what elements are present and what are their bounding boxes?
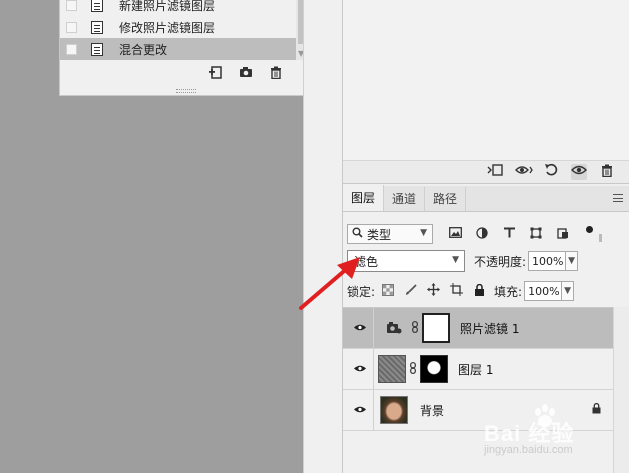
lock-all-icon[interactable] bbox=[473, 283, 486, 299]
history-item[interactable]: 修改照片滤镜图层 bbox=[60, 16, 296, 38]
layer-name: 照片滤镜 1 bbox=[460, 321, 520, 336]
watermark-subtext: jingyan.baidu.com bbox=[484, 444, 573, 456]
blend-row: 滤色 ▼ 不透明度: 100% ▼ bbox=[347, 250, 627, 272]
trash-icon[interactable] bbox=[599, 164, 615, 181]
history-document-icon bbox=[91, 0, 103, 12]
watermark: Bai 经验 jingyan.baidu.com bbox=[478, 402, 628, 462]
fill-dropdown-icon[interactable]: ▼ bbox=[562, 281, 575, 301]
fill-value: 100% bbox=[528, 284, 560, 298]
layer-thumbnail[interactable] bbox=[380, 396, 408, 424]
mask-link-icon[interactable] bbox=[410, 320, 420, 336]
history-checkbox[interactable] bbox=[66, 21, 77, 33]
fill-input[interactable]: 100% bbox=[524, 281, 563, 301]
mask-link-icon[interactable] bbox=[408, 361, 418, 377]
history-item-label: 新建照片滤镜图层 bbox=[119, 0, 216, 13]
visibility-eye-icon[interactable] bbox=[351, 321, 369, 335]
blend-mode-select[interactable]: 滤色 ▼ bbox=[347, 250, 465, 272]
layer-row-layer-1[interactable]: 图层 1 bbox=[343, 348, 613, 390]
history-document-icon bbox=[91, 42, 103, 56]
lock-row: 锁定: 填充: 100% ▼ bbox=[347, 280, 627, 302]
layer-thumbnail[interactable] bbox=[378, 355, 406, 383]
history-item[interactable]: 新建照片滤镜图层 bbox=[60, 0, 296, 16]
layer-filter-row: 类型 ▼ bbox=[347, 223, 627, 245]
history-item-label: 修改照片滤镜图层 bbox=[119, 20, 216, 35]
filter-kind-label: 类型 bbox=[367, 227, 392, 242]
fill-label: 填充: bbox=[494, 284, 523, 299]
opacity-dropdown-icon[interactable]: ▼ bbox=[566, 251, 579, 271]
eye-divider bbox=[373, 389, 374, 431]
properties-panel bbox=[343, 0, 629, 160]
visibility-eye-icon[interactable] bbox=[351, 362, 369, 376]
filter-icons bbox=[447, 225, 607, 242]
new-snapshot-icon[interactable] bbox=[208, 65, 224, 83]
layer-mask-thumbnail[interactable] bbox=[422, 313, 450, 343]
clip-icon[interactable] bbox=[487, 164, 503, 180]
eye-divider bbox=[373, 348, 374, 390]
type-filter-icon[interactable] bbox=[501, 227, 517, 241]
panel-menu-icon[interactable] bbox=[613, 194, 623, 202]
eye-divider bbox=[373, 307, 374, 349]
chevron-down-icon: ▼ bbox=[452, 255, 459, 265]
visibility-eye-icon[interactable] bbox=[351, 403, 369, 417]
tab-channels[interactable]: 通道 bbox=[384, 187, 426, 211]
history-toolbar bbox=[60, 62, 310, 86]
opacity-label: 不透明度: bbox=[474, 254, 527, 269]
opacity-input[interactable]: 100% bbox=[528, 251, 567, 271]
search-icon bbox=[352, 227, 363, 241]
history-panel: 新建照片滤镜图层 修改照片滤镜图层 混合更改 ▼ bbox=[59, 0, 311, 96]
opacity-value: 100% bbox=[532, 254, 564, 268]
filter-kind-select[interactable]: 类型 ▼ bbox=[347, 224, 433, 244]
panel-resize-grip[interactable] bbox=[176, 89, 196, 93]
reset-icon[interactable] bbox=[543, 163, 559, 181]
chevron-down-icon: ▼ bbox=[420, 228, 427, 238]
history-item-active[interactable]: 混合更改 bbox=[60, 38, 296, 60]
tab-layers[interactable]: 图层 bbox=[343, 185, 385, 211]
history-document-icon bbox=[91, 20, 103, 34]
eye-icon[interactable] bbox=[571, 164, 587, 180]
properties-toolbar bbox=[343, 160, 629, 184]
lock-move-icon[interactable] bbox=[427, 283, 441, 299]
filter-toggle-icon[interactable] bbox=[586, 225, 593, 233]
lock-artboard-icon[interactable] bbox=[450, 283, 464, 299]
layer-name: 图层 1 bbox=[458, 362, 494, 377]
panel-dock-strip bbox=[303, 0, 343, 473]
history-item-label: 混合更改 bbox=[119, 42, 168, 57]
layer-mask-thumbnail[interactable] bbox=[420, 355, 448, 383]
lock-transparent-icon[interactable] bbox=[381, 283, 394, 299]
adjustment-filter-icon[interactable] bbox=[474, 226, 490, 242]
lock-icons bbox=[381, 283, 486, 299]
layer-row-photo-filter[interactable]: 照片滤镜 1 bbox=[343, 307, 613, 349]
camera-icon[interactable] bbox=[238, 66, 254, 82]
tab-paths[interactable]: 路径 bbox=[425, 187, 467, 211]
eye-previous-icon[interactable] bbox=[515, 164, 533, 180]
layer-name: 背景 bbox=[420, 403, 445, 418]
panel-tabs: 图层 通道 路径 bbox=[343, 185, 629, 212]
history-checkbox[interactable] bbox=[66, 0, 77, 11]
filter-toggle-track bbox=[599, 234, 602, 242]
smart-object-filter-icon[interactable] bbox=[555, 227, 571, 242]
red-arrow-annotation bbox=[299, 257, 360, 310]
shape-filter-icon[interactable] bbox=[528, 227, 544, 242]
trash-icon[interactable] bbox=[268, 66, 284, 83]
lock-brush-icon[interactable] bbox=[404, 283, 417, 299]
image-filter-icon[interactable] bbox=[447, 227, 463, 241]
adjustment-layer-icon bbox=[380, 314, 408, 342]
history-checkbox[interactable] bbox=[66, 43, 77, 55]
